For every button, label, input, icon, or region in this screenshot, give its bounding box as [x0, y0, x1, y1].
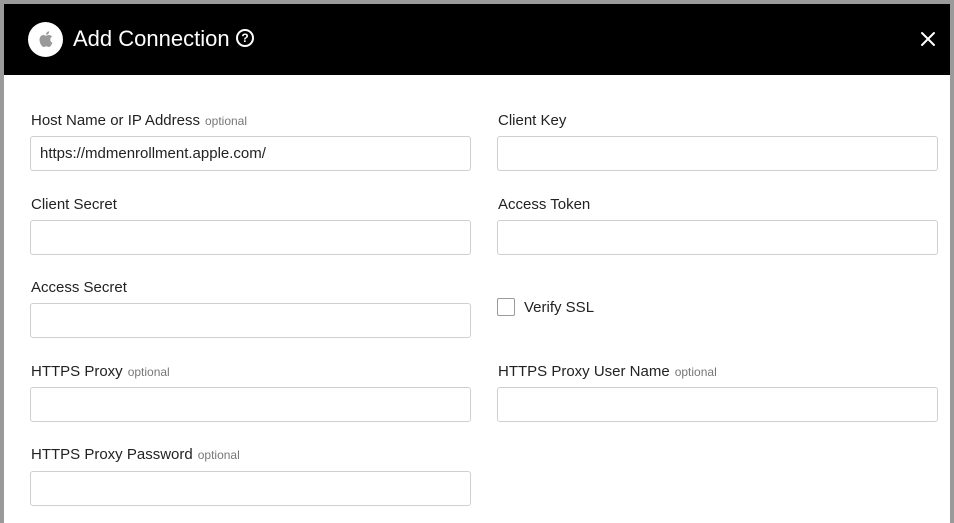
- access-secret-input[interactable]: [30, 303, 471, 338]
- dialog-title: Add Connection: [73, 26, 230, 51]
- client-key-input[interactable]: [497, 136, 938, 171]
- verify-ssl-label[interactable]: Verify SSL: [524, 299, 594, 317]
- https-proxy-user-optional-tag: optional: [674, 365, 717, 379]
- close-icon[interactable]: [918, 29, 938, 49]
- https-proxy-optional-tag: optional: [127, 365, 170, 379]
- https-proxy-password-input[interactable]: [30, 471, 471, 506]
- https-proxy-label-text: HTTPS Proxy: [31, 363, 123, 380]
- access-token-input[interactable]: [497, 220, 938, 255]
- client-secret-label: Client Secret: [31, 196, 117, 213]
- https-proxy-user-input[interactable]: [497, 387, 938, 422]
- host-optional-tag: optional: [204, 114, 248, 128]
- access-token-label: Access Token: [498, 196, 591, 213]
- host-input[interactable]: [30, 136, 471, 171]
- host-label-text: Host Name or IP Address: [31, 112, 200, 129]
- https-proxy-user-label: HTTPS Proxy User Name optional: [498, 363, 717, 381]
- access-secret-label: Access Secret: [31, 279, 127, 296]
- https-proxy-user-label-text: HTTPS Proxy User Name: [498, 363, 670, 380]
- host-label: Host Name or IP Address optional: [31, 112, 247, 130]
- https-proxy-password-optional-tag: optional: [197, 448, 240, 462]
- verify-ssl-checkbox[interactable]: [497, 298, 515, 316]
- apple-logo-icon: [28, 22, 63, 57]
- help-circle-icon[interactable]: ?: [236, 29, 254, 47]
- client-secret-input[interactable]: [30, 220, 471, 255]
- client-key-label: Client Key: [498, 112, 567, 129]
- https-proxy-input[interactable]: [30, 387, 471, 422]
- add-connection-dialog: Add Connection ? Host Name or IP Address…: [4, 4, 950, 523]
- https-proxy-password-label: HTTPS Proxy Password optional: [31, 446, 240, 464]
- https-proxy-label: HTTPS Proxy optional: [31, 363, 170, 381]
- dialog-header: Add Connection ?: [4, 4, 950, 75]
- https-proxy-password-label-text: HTTPS Proxy Password: [31, 446, 193, 463]
